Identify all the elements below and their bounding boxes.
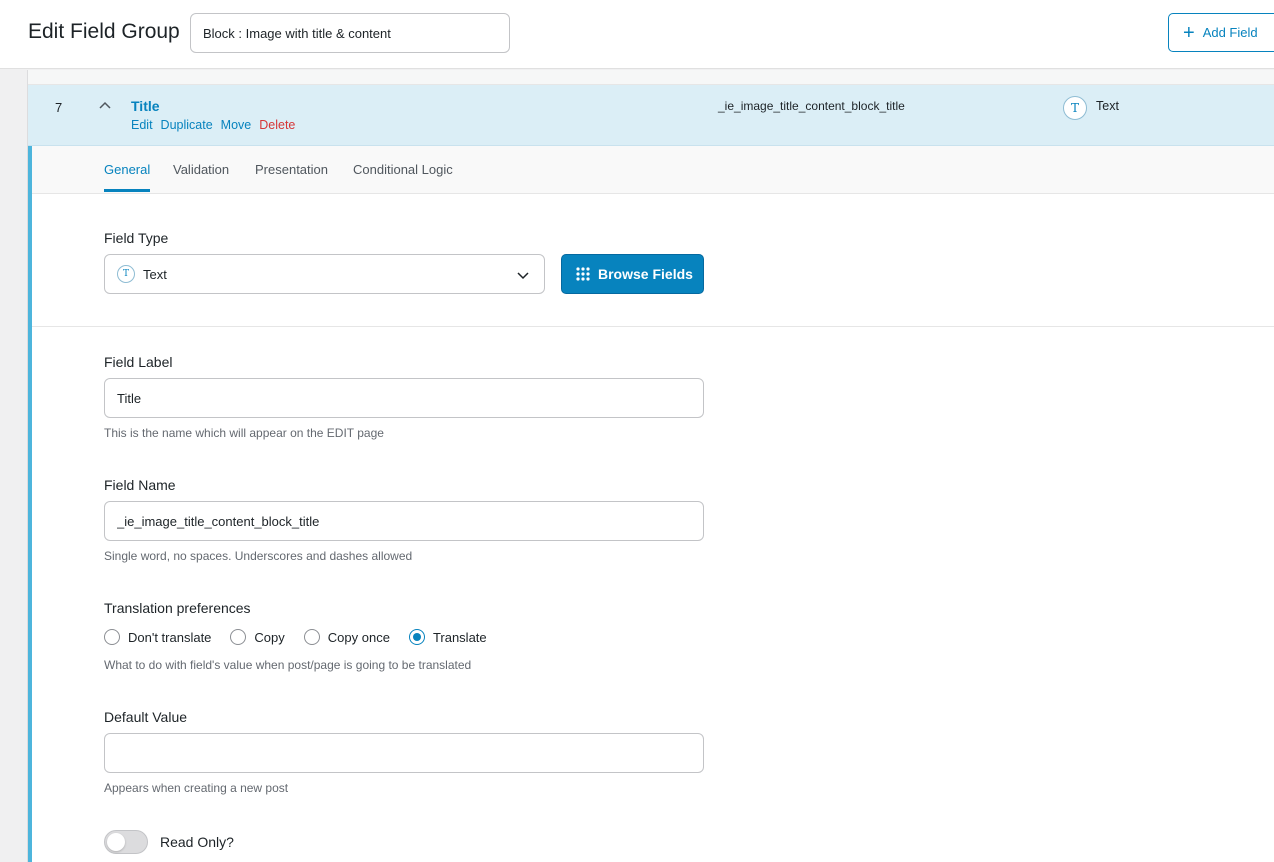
move-link[interactable]: Move [221, 118, 252, 132]
translation-hint: What to do with field's value when post/… [104, 658, 472, 672]
radio-label: Copy [254, 629, 285, 645]
admin-sidebar-edge [0, 70, 28, 862]
field-label-heading: Field Label [104, 354, 173, 370]
field-row[interactable]: 7 Title Edit Duplicate Move Delete _ie_i… [28, 85, 1274, 146]
field-settings: General Validation Presentation Conditio… [28, 146, 1274, 862]
duplicate-link[interactable]: Duplicate [161, 118, 213, 132]
field-type-select[interactable]: T Text [104, 254, 545, 294]
field-type-value: Text [143, 266, 167, 282]
add-field-label: Add Field [1202, 25, 1258, 40]
fields-panel: 7 Title Edit Duplicate Move Delete _ie_i… [28, 70, 1274, 862]
field-type-label: Text [1096, 99, 1119, 113]
field-type-heading: Field Type [104, 230, 169, 246]
text-type-icon: T [1063, 96, 1087, 120]
radio-button[interactable] [303, 629, 320, 645]
field-name-heading: Field Name [104, 477, 176, 493]
radio-button[interactable] [230, 629, 247, 645]
tab-conditional-logic[interactable]: Conditional Logic [353, 162, 453, 189]
field-title-link[interactable]: Title [131, 98, 160, 114]
add-field-button[interactable]: + Add Field [1168, 13, 1274, 52]
settings-tabs: General Validation Presentation Conditio… [32, 146, 1274, 194]
field-group-title-input[interactable] [190, 13, 510, 53]
edit-link[interactable]: Edit [131, 118, 153, 132]
radio-copy-once[interactable]: Copy once [303, 629, 390, 645]
plus-icon: + [1183, 21, 1195, 44]
field-label-input[interactable] [104, 378, 704, 418]
row-actions: Edit Duplicate Move Delete [131, 118, 295, 132]
radio-button[interactable] [104, 629, 120, 645]
toggle-knob [107, 833, 125, 851]
radio-dont-translate[interactable]: Don't translate [104, 629, 211, 645]
radio-button-selected[interactable] [408, 629, 425, 645]
field-name-input[interactable] [104, 501, 704, 541]
radio-label: Don't translate [128, 629, 212, 645]
chevron-down-icon [517, 272, 529, 280]
previous-field-row-edge [28, 70, 1274, 85]
field-order: 7 [55, 100, 63, 115]
default-value-input[interactable] [104, 733, 704, 773]
read-only-label: Read Only? [160, 834, 234, 850]
radio-translate[interactable]: Translate [408, 629, 487, 645]
radio-label: Translate [432, 629, 487, 645]
browse-fields-button[interactable]: Browse Fields [561, 254, 704, 294]
page-title: Edit Field Group [28, 20, 180, 43]
field-label-hint: This is the name which will appear on th… [104, 426, 384, 440]
tab-presentation[interactable]: Presentation [255, 162, 328, 189]
radio-label: Copy once [327, 629, 390, 645]
radio-copy[interactable]: Copy [230, 629, 285, 645]
default-value-hint: Appears when creating a new post [104, 781, 289, 795]
chevron-up-icon[interactable] [98, 99, 112, 113]
browse-fields-label: Browse Fields [598, 266, 693, 282]
tab-validation[interactable]: Validation [173, 162, 229, 189]
tab-general[interactable]: General [104, 162, 151, 192]
read-only-toggle[interactable] [104, 830, 148, 854]
grid-icon [576, 267, 590, 281]
field-key: _ie_image_title_content_block_title [718, 99, 905, 113]
translation-preferences-heading: Translation preferences [104, 600, 251, 616]
translation-radio-group: Don't translate Copy Copy once Translate [104, 629, 506, 645]
delete-link[interactable]: Delete [259, 118, 295, 132]
default-value-heading: Default Value [104, 709, 188, 725]
top-header: Edit Field Group + Add Field [0, 0, 1274, 69]
section-divider [32, 326, 1274, 327]
text-type-icon: T [117, 265, 135, 283]
field-name-hint: Single word, no spaces. Underscores and … [104, 549, 413, 563]
